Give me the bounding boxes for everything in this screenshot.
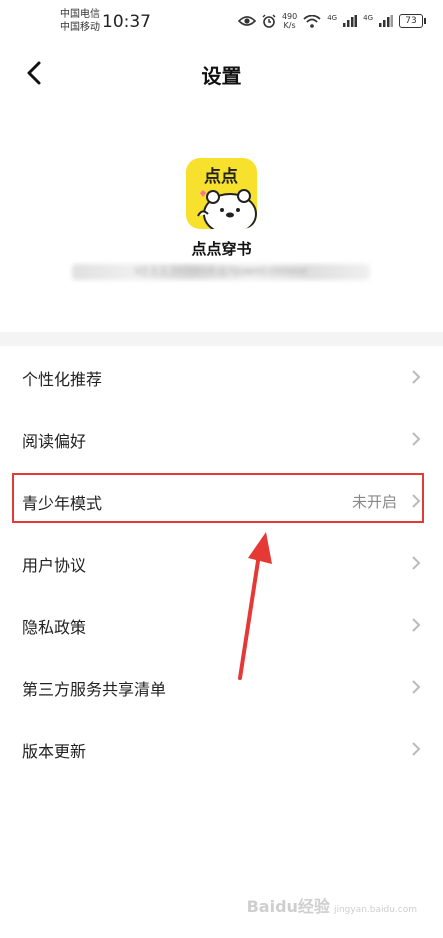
eye-icon <box>237 16 256 26</box>
chevron-right-icon <box>412 370 421 384</box>
cell-signal-icon <box>343 15 358 27</box>
status-icons: 490 K/s 4G 4G 73 <box>237 10 426 32</box>
wifi-icon <box>303 14 321 28</box>
chevron-right-icon <box>412 432 421 446</box>
status-bar: 中国电信 中国移动 10:37 490 K/s 4G 4G 73 <box>0 0 443 44</box>
chevron-right-icon <box>412 556 421 570</box>
app-info: 点点 点点穿书 V2.1.1.2020018.zJ.hJuwml.chinese <box>0 106 443 332</box>
watermark-text: Baidu经验 <box>246 897 330 916</box>
carrier-2: 中国移动 <box>60 22 100 33</box>
menu-item-user-agreement[interactable]: 用户协议 <box>0 532 443 594</box>
signal-type-2: 4G <box>363 14 373 22</box>
menu-item-label: 个性化推荐 <box>22 370 103 389</box>
chevron-right-icon <box>412 618 421 632</box>
menu-item-third-party-sharing[interactable]: 第三方服务共享清单 <box>0 656 443 718</box>
nav-header: 设置 <box>0 44 443 106</box>
app-logo: 点点 <box>186 158 257 229</box>
signal-type-1: 4G <box>327 14 338 22</box>
menu-item-reading-preference[interactable]: 阅读偏好 <box>0 408 443 470</box>
annotation-arrow-icon <box>238 532 272 680</box>
net-speed: 490 K/s <box>282 12 297 30</box>
carrier-names: 中国电信 中国移动 <box>60 8 100 34</box>
menu-item-privacy-policy[interactable]: 隐私政策 <box>0 594 443 656</box>
app-name: 点点穿书 <box>191 240 252 258</box>
menu-item-label: 隐私政策 <box>22 618 87 637</box>
menu-item-personalized-recommendation[interactable]: 个性化推荐 <box>0 346 443 408</box>
page-title: 设置 <box>201 64 242 88</box>
menu-item-label: 版本更新 <box>22 742 87 761</box>
menu-item-label: 第三方服务共享清单 <box>22 680 167 699</box>
menu-item-label: 用户协议 <box>22 556 87 575</box>
watermark: Baidu经验 jingyan.baidu.com <box>247 893 417 917</box>
app-version-text: V2.1.1.2020018.zJ.hJuwml.chinese <box>134 266 308 277</box>
net-speed-unit: K/s <box>283 21 296 30</box>
app-logo-text: 点点 <box>204 166 238 187</box>
battery-icon: 73 <box>399 14 426 28</box>
alarm-icon <box>262 14 276 28</box>
watermark-sub: jingyan.baidu.com <box>333 905 417 915</box>
chevron-right-icon <box>412 680 421 694</box>
carrier-1: 中国电信 <box>60 9 100 20</box>
highlight-box <box>12 473 424 523</box>
menu-item-label: 阅读偏好 <box>22 432 87 451</box>
settings-menu: 个性化推荐 阅读偏好 青少年模式 未开启 用户协议 隐私政策 第三方服务共享清单… <box>0 346 443 780</box>
chevron-right-icon <box>412 742 421 756</box>
section-divider <box>0 332 443 346</box>
net-speed-value: 490 <box>281 12 298 21</box>
cell-signal-icon-2 <box>379 15 393 27</box>
status-time: 10:37 <box>102 12 151 32</box>
menu-item-version-update[interactable]: 版本更新 <box>0 718 443 780</box>
app-version: V2.1.1.2020018.zJ.hJuwml.chinese <box>72 264 370 280</box>
